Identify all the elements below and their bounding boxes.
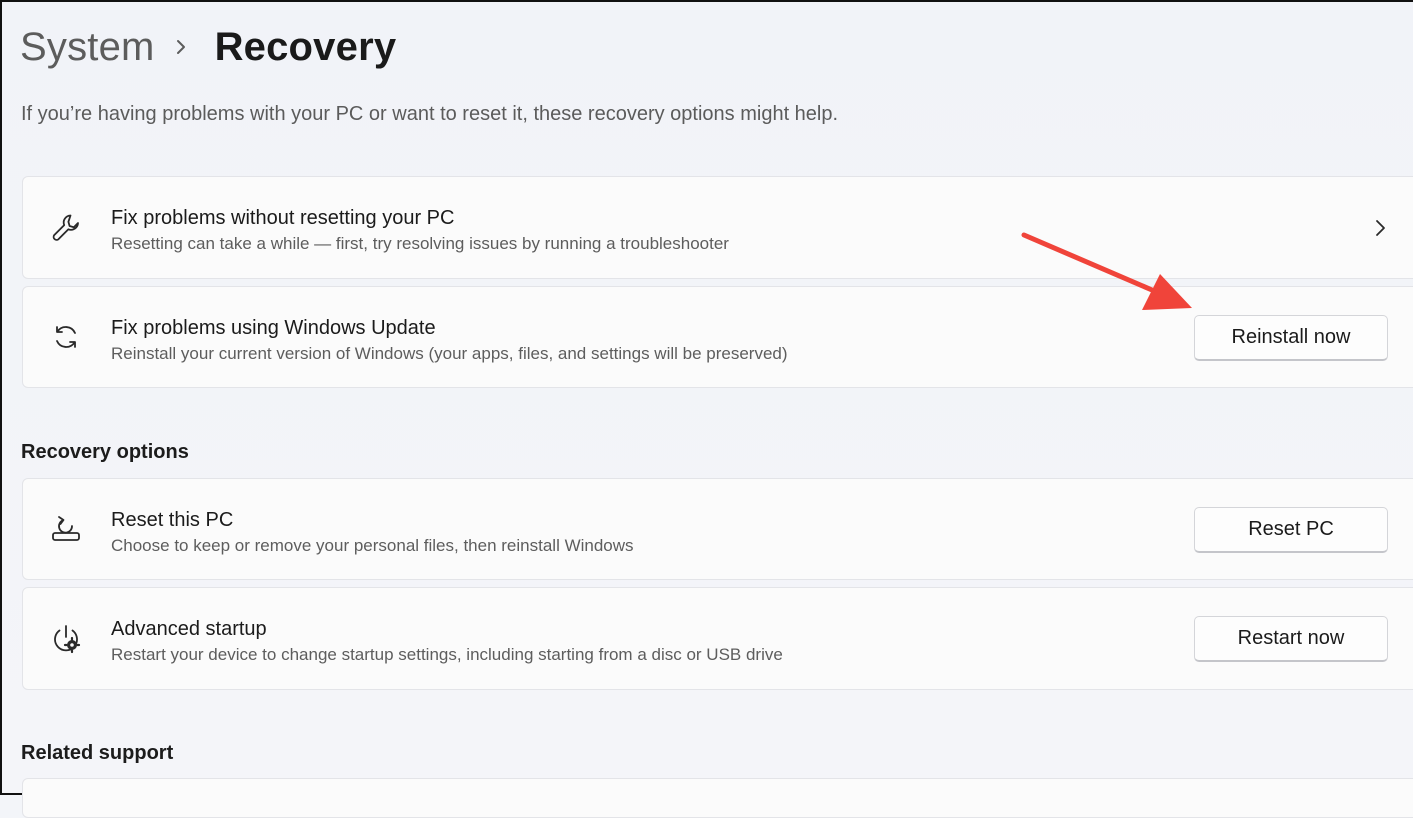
advanced-startup-icon xyxy=(49,622,83,656)
chevron-right-icon xyxy=(1372,217,1388,239)
breadcrumb-system[interactable]: System xyxy=(20,25,155,70)
recovery-options-heading: Recovery options xyxy=(21,441,189,463)
reset-pc-button[interactable]: Reset PC xyxy=(1194,507,1388,553)
card-title: Reset this PC xyxy=(111,509,234,531)
breadcrumb: System Recovery xyxy=(20,22,396,72)
page-title: Recovery xyxy=(214,24,397,69)
card-title: Fix problems without resetting your PC xyxy=(111,207,455,229)
card-title: Fix problems using Windows Update xyxy=(111,317,436,339)
card-subtitle: Restart your device to change startup se… xyxy=(111,645,783,664)
annotation-arrow-icon xyxy=(1021,232,1192,310)
restart-now-button[interactable]: Restart now xyxy=(1194,616,1388,662)
card-subtitle: Reinstall your current version of Window… xyxy=(111,344,788,363)
card-subtitle: Choose to keep or remove your personal f… xyxy=(111,536,634,555)
reinstall-now-button[interactable]: Reinstall now xyxy=(1194,315,1388,361)
related-support-heading: Related support xyxy=(21,742,174,764)
intro-text: If you’re having problems with your PC o… xyxy=(21,103,839,125)
reset-pc-icon xyxy=(49,512,83,546)
advanced-startup-card: Advanced startup Restart your device to … xyxy=(22,587,1413,690)
refresh-icon xyxy=(49,320,83,354)
chevron-right-icon xyxy=(161,22,201,72)
reset-this-pc-card: Reset this PC Choose to keep or remove y… xyxy=(22,478,1413,580)
card-title: Advanced startup xyxy=(111,618,267,640)
wrench-icon xyxy=(49,211,83,245)
settings-window: System Recovery If you’re having problem… xyxy=(0,0,1413,818)
related-support-card[interactable] xyxy=(22,778,1413,818)
card-subtitle: Resetting can take a while — first, try … xyxy=(111,234,729,253)
